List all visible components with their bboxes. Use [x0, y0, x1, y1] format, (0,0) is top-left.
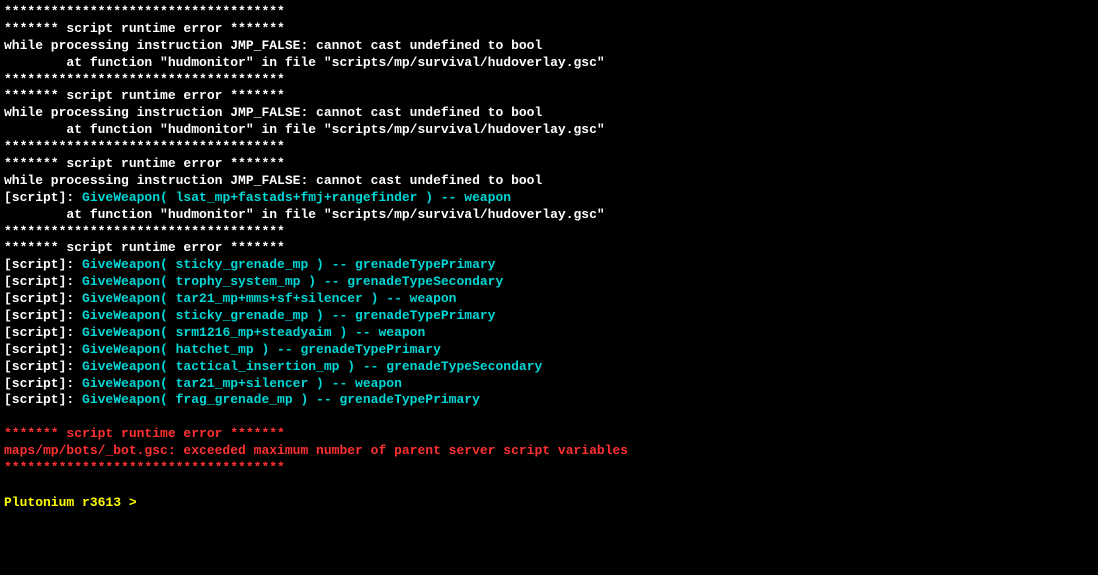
- console-text-segment: [script]:: [4, 274, 82, 289]
- console-text-segment: ******* script runtime error *******: [4, 426, 285, 441]
- console-text-segment: GiveWeapon( frag_grenade_mp ) -- grenade…: [82, 392, 480, 407]
- console-prompt[interactable]: Plutonium r3613 >: [4, 495, 1094, 512]
- console-line: while processing instruction JMP_FALSE: …: [4, 38, 1094, 55]
- console-line: [script]: GiveWeapon( srm1216_mp+steadya…: [4, 325, 1094, 342]
- console-line: ******* script runtime error *******: [4, 156, 1094, 173]
- console-text-segment: [script]:: [4, 342, 82, 357]
- console-text-segment: ******* script runtime error *******: [4, 156, 285, 171]
- console-text-segment: ************************************: [4, 224, 285, 239]
- console-text-segment: ******* script runtime error *******: [4, 88, 285, 103]
- console-text-segment: maps/mp/bots/_bot.gsc: exceeded maximum …: [4, 443, 628, 458]
- console-text-segment: [script]:: [4, 190, 82, 205]
- console-text-segment: [script]:: [4, 257, 82, 272]
- console-line: [script]: GiveWeapon( sticky_grenade_mp …: [4, 308, 1094, 325]
- console-line: [script]: GiveWeapon( tar21_mp+silencer …: [4, 376, 1094, 393]
- console-line: at function "hudmonitor" in file "script…: [4, 207, 1094, 224]
- console-line: [script]: GiveWeapon( sticky_grenade_mp …: [4, 257, 1094, 274]
- console-text-segment: GiveWeapon( trophy_system_mp ) -- grenad…: [82, 274, 503, 289]
- console-text-segment: ************************************: [4, 72, 285, 87]
- console-text-segment: GiveWeapon( hatchet_mp ) -- grenadeTypeP…: [82, 342, 441, 357]
- console-line: ************************************: [4, 460, 1094, 477]
- console-line: ************************************: [4, 139, 1094, 156]
- console-line: [script]: GiveWeapon( tar21_mp+mms+sf+si…: [4, 291, 1094, 308]
- console-text-segment: GiveWeapon( lsat_mp+fastads+fmj+rangefin…: [82, 190, 511, 205]
- console-text-segment: while processing instruction JMP_FALSE: …: [4, 173, 542, 188]
- console-line: while processing instruction JMP_FALSE: …: [4, 105, 1094, 122]
- console-text-segment: ******* script runtime error *******: [4, 21, 285, 36]
- console-text-segment: ************************************: [4, 4, 285, 19]
- console-line: ************************************: [4, 4, 1094, 21]
- console-text-segment: GiveWeapon( tactical_insertion_mp ) -- g…: [82, 359, 542, 374]
- console-line: while processing instruction JMP_FALSE: …: [4, 173, 1094, 190]
- console-line: ******* script runtime error *******: [4, 88, 1094, 105]
- prompt-cursor: [137, 495, 145, 510]
- console-text-segment: [script]:: [4, 392, 82, 407]
- console-text-segment: GiveWeapon( tar21_mp+mms+sf+silencer ) -…: [82, 291, 456, 306]
- console-text-segment: [4, 477, 12, 492]
- console-text-segment: at function "hudmonitor" in file "script…: [4, 122, 605, 137]
- console-line: ******* script runtime error *******: [4, 240, 1094, 257]
- console-text-segment: while processing instruction JMP_FALSE: …: [4, 38, 542, 53]
- console-line: ************************************: [4, 72, 1094, 89]
- console-line: [script]: GiveWeapon( frag_grenade_mp ) …: [4, 392, 1094, 409]
- console-line: [script]: GiveWeapon( tactical_insertion…: [4, 359, 1094, 376]
- console-line: [script]: GiveWeapon( hatchet_mp ) -- gr…: [4, 342, 1094, 359]
- console-text-segment: [script]:: [4, 291, 82, 306]
- console-line: ******* script runtime error *******: [4, 426, 1094, 443]
- console-line: [4, 409, 1094, 426]
- console-line: maps/mp/bots/_bot.gsc: exceeded maximum …: [4, 443, 1094, 460]
- console-text-segment: ************************************: [4, 139, 285, 154]
- console-text-segment: GiveWeapon( sticky_grenade_mp ) -- grena…: [82, 257, 495, 272]
- console-line: ******* script runtime error *******: [4, 21, 1094, 38]
- console-output: ****************************************…: [4, 4, 1094, 494]
- console-line: [script]: GiveWeapon( lsat_mp+fastads+fm…: [4, 190, 1094, 207]
- console-text-segment: GiveWeapon( srm1216_mp+steadyaim ) -- we…: [82, 325, 425, 340]
- console-text-segment: at function "hudmonitor" in file "script…: [4, 55, 605, 70]
- console-text-segment: [script]:: [4, 359, 82, 374]
- console-line: [4, 477, 1094, 494]
- console-text-segment: GiveWeapon( tar21_mp+silencer ) -- weapo…: [82, 376, 402, 391]
- console-text-segment: [4, 409, 12, 424]
- console-text-segment: [script]:: [4, 325, 82, 340]
- console-text-segment: ************************************: [4, 460, 285, 475]
- console-line: at function "hudmonitor" in file "script…: [4, 55, 1094, 72]
- console-text-segment: at function "hudmonitor" in file "script…: [4, 207, 605, 222]
- console-text-segment: GiveWeapon( sticky_grenade_mp ) -- grena…: [82, 308, 495, 323]
- console-text-segment: [script]:: [4, 376, 82, 391]
- console-text-segment: ******* script runtime error *******: [4, 240, 285, 255]
- console-line: at function "hudmonitor" in file "script…: [4, 122, 1094, 139]
- console-text-segment: while processing instruction JMP_FALSE: …: [4, 105, 542, 120]
- console-text-segment: [script]:: [4, 308, 82, 323]
- console-line: ************************************: [4, 224, 1094, 241]
- prompt-label: Plutonium r3613 >: [4, 495, 137, 510]
- console-line: [script]: GiveWeapon( trophy_system_mp )…: [4, 274, 1094, 291]
